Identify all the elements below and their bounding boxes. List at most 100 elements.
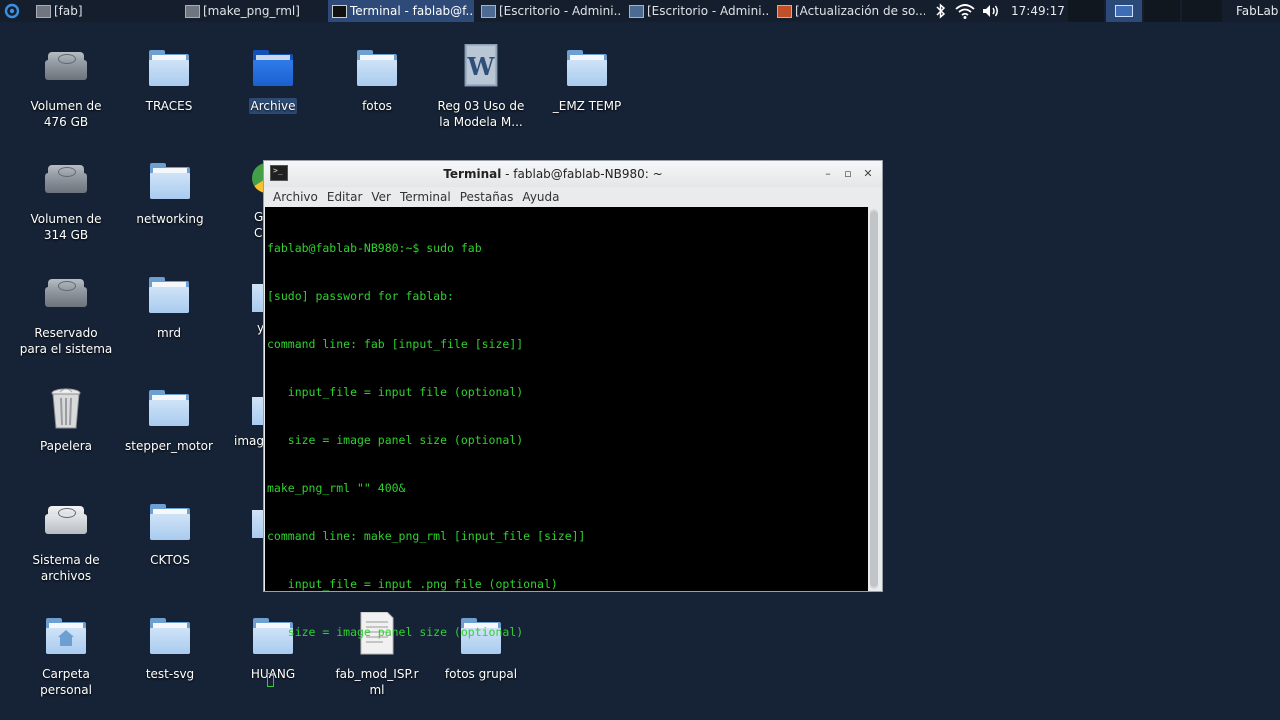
trash-icon xyxy=(51,388,81,429)
app-menu-icon[interactable] xyxy=(2,2,22,20)
wifi-icon[interactable] xyxy=(955,2,975,20)
icon-label: Papelera xyxy=(39,439,93,453)
icon-label: Sistema de archivos xyxy=(32,553,100,583)
top-panel: [fab] [make_png_rml] Terminal - fablab@f… xyxy=(0,0,1280,22)
icon-label: Carpeta personal xyxy=(40,667,92,697)
folder-icon xyxy=(563,44,611,92)
terminal-line: size = image panel size (optional) xyxy=(267,433,524,447)
folder-icon xyxy=(146,498,194,546)
svg-text:W: W xyxy=(467,52,496,81)
workspace-window-preview xyxy=(1115,5,1133,17)
terminal-icon xyxy=(332,5,347,18)
folder-icon xyxy=(353,44,401,92)
desktop-icon-networking[interactable]: networking xyxy=(120,157,220,227)
drive-icon xyxy=(42,498,90,546)
desktop-icon-volumen-476[interactable]: Volumen de 476 GB xyxy=(16,44,116,130)
terminal-scrollbar[interactable] xyxy=(870,209,878,589)
desktop-icon-reg03[interactable]: W Reg 03 Uso de la Modela M... xyxy=(431,44,531,130)
menu-ver[interactable]: Ver xyxy=(371,187,391,207)
terminal-line: command line: make_png_rml [input_file [… xyxy=(267,529,586,543)
terminal-line: command line: fab [input_file [size]] xyxy=(267,337,524,351)
drive-icon xyxy=(42,271,90,319)
workspace-1[interactable] xyxy=(1068,0,1104,22)
icon-label: mrd xyxy=(156,326,182,340)
desktop-icon-papelera[interactable]: Papelera xyxy=(16,384,116,454)
text-cursor xyxy=(267,673,274,687)
workspace-3[interactable] xyxy=(1144,0,1180,22)
desktop-icon-emz-temp[interactable]: _EMZ TEMP xyxy=(537,44,637,114)
folder-icon xyxy=(145,271,193,319)
taskbar-item-terminal[interactable]: Terminal - fablab@f... xyxy=(328,0,474,22)
user-name[interactable]: FabLab xyxy=(1236,0,1278,22)
folder-icon xyxy=(249,44,297,92)
workspace-2-active[interactable] xyxy=(1106,0,1142,22)
workspace-4[interactable] xyxy=(1182,0,1222,22)
window-titlebar[interactable]: >_ Terminal - fablab@fablab-NB980: ~ – ▫… xyxy=(264,161,882,187)
icon-label: Volumen de 476 GB xyxy=(30,99,102,129)
task-label: [make_png_rml] xyxy=(203,4,300,18)
folder-icon xyxy=(145,44,193,92)
terminal-line: fablab@fablab-NB980:~$ sudo fab xyxy=(267,241,482,255)
software-update-icon xyxy=(777,5,792,18)
desktop-icon-traces[interactable]: TRACES xyxy=(119,44,219,114)
desktop-icon-mrd[interactable]: mrd xyxy=(119,271,219,341)
taskbar-item-make-png-rml[interactable]: [make_png_rml] xyxy=(181,0,321,22)
task-label: [Actualización de so... xyxy=(795,4,925,18)
drive-icon xyxy=(42,157,90,205)
taskbar-item-escritorio-2[interactable]: [Escritorio - Admini... xyxy=(625,0,769,22)
drive-icon xyxy=(42,44,90,92)
desktop-icon-reservado[interactable]: Reservado para el sistema xyxy=(16,271,116,357)
terminal-output[interactable]: fablab@fablab-NB980:~$ sudo fab [sudo] p… xyxy=(265,207,868,687)
window-icon xyxy=(36,5,51,18)
menu-archivo[interactable]: Archivo xyxy=(273,187,318,207)
word-document-icon: W xyxy=(464,44,498,87)
close-button[interactable]: ✕ xyxy=(861,167,875,181)
desktop-icon-fotos[interactable]: fotos xyxy=(327,44,427,114)
icon-label: Reg 03 Uso de la Modela M... xyxy=(437,99,525,129)
taskbar-item-fab[interactable]: [fab] xyxy=(32,0,172,22)
icon-label: stepper_motor xyxy=(125,439,213,453)
taskbar-item-actualizacion[interactable]: [Actualización de so... xyxy=(773,0,925,22)
maximize-button[interactable]: ▫ xyxy=(841,167,855,181)
partial-label: imag xyxy=(234,434,264,448)
menu-editar[interactable]: Editar xyxy=(327,187,363,207)
terminal-window[interactable]: >_ Terminal - fablab@fablab-NB980: ~ – ▫… xyxy=(263,160,883,687)
desktop-window-icon xyxy=(481,5,496,18)
volume-icon[interactable] xyxy=(981,2,1001,20)
terminal-line: [sudo] password for fablab: xyxy=(267,289,454,303)
icon-label: test-svg xyxy=(145,667,195,681)
task-label: [Escritorio - Admini... xyxy=(647,4,769,18)
icon-label: fotos xyxy=(362,99,392,113)
icon-label: _EMZ TEMP xyxy=(552,99,622,113)
bluetooth-icon[interactable] xyxy=(935,2,947,20)
terminal-line: input_file = input file (optional) xyxy=(267,385,524,399)
folder-icon xyxy=(145,384,193,432)
icon-label: Reservado para el sistema xyxy=(19,326,113,356)
desktop-icon-stepper-motor[interactable]: stepper_motor xyxy=(119,384,219,454)
desktop-icon-test-svg[interactable]: test-svg xyxy=(120,612,220,682)
icon-label: TRACES xyxy=(145,99,193,113)
task-label: [Escritorio - Admini... xyxy=(499,4,621,18)
desktop-icon-cktos[interactable]: CKTOS xyxy=(120,498,220,568)
task-label: Terminal - fablab@f... xyxy=(350,4,474,18)
taskbar-item-escritorio-1[interactable]: [Escritorio - Admini... xyxy=(477,0,621,22)
menu-bar: Archivo Editar Ver Terminal Pestañas Ayuda xyxy=(264,187,882,207)
menu-terminal[interactable]: Terminal xyxy=(400,187,451,207)
menu-pestanas[interactable]: Pestañas xyxy=(460,187,514,207)
icon-label: Archive xyxy=(248,98,298,114)
desktop-icon-sistema-archivos[interactable]: Sistema de archivos xyxy=(16,498,116,584)
desktop-icon-carpeta-personal[interactable]: Carpeta personal xyxy=(16,612,116,698)
icon-label: CKTOS xyxy=(150,553,190,567)
terminal-line: size = image panel size (optional) xyxy=(267,625,524,639)
window-title: Terminal - fablab@fablab-NB980: ~ xyxy=(443,167,663,181)
menu-ayuda[interactable]: Ayuda xyxy=(522,187,559,207)
desktop-icon-archive[interactable]: Archive xyxy=(223,44,323,114)
desktop-icon-volumen-314[interactable]: Volumen de 314 GB xyxy=(16,157,116,243)
minimize-button[interactable]: – xyxy=(821,167,835,181)
desktop-window-icon xyxy=(629,5,644,18)
task-label: [fab] xyxy=(54,4,83,18)
terminal-line: input_file = input .png file (optional) xyxy=(267,577,558,591)
window-icon xyxy=(185,5,200,18)
clock[interactable]: 17:49:17 xyxy=(1011,0,1065,22)
scrollbar-thumb[interactable] xyxy=(870,211,878,587)
